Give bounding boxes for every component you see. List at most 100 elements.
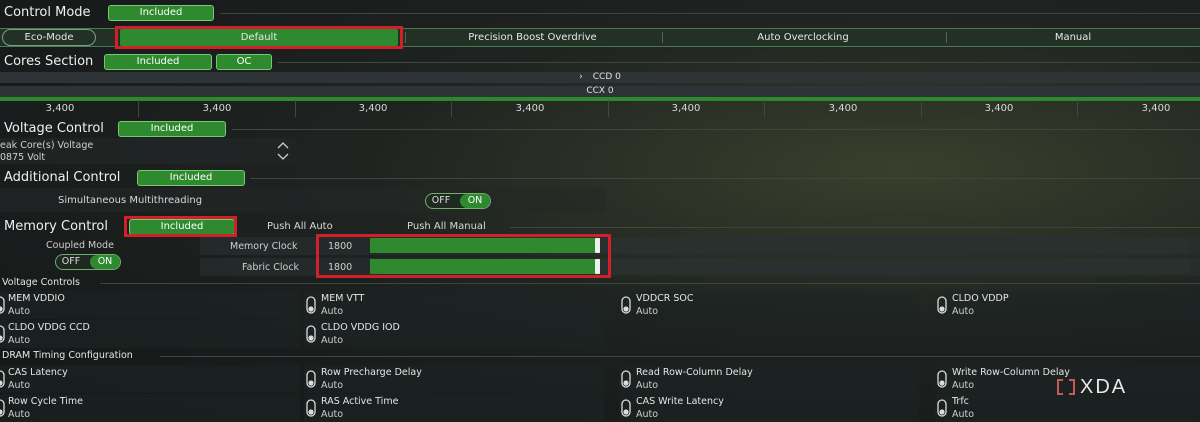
toggle-switch-icon[interactable] (937, 296, 947, 314)
toggle-off-label: OFF (431, 195, 451, 206)
mode-option-auto-oc[interactable]: Auto Overclocking (662, 29, 944, 46)
xda-bracket-icon (1057, 379, 1075, 395)
setting-name: CLDO VDDG CCD (8, 322, 90, 333)
core-separator (608, 100, 609, 117)
toggle-switch-icon[interactable] (621, 296, 631, 314)
setting-item[interactable]: CLDO VDDP Auto (935, 291, 1200, 319)
cores-oc-badge: OC (216, 54, 272, 70)
control-mode-title: Control Mode (4, 5, 91, 20)
toggle-on-label: ON (460, 194, 490, 208)
setting-item[interactable]: CAS Write Latency Auto (619, 394, 919, 422)
setting-name: VDDCR SOC (636, 293, 694, 304)
divider (510, 227, 1200, 228)
toggle-switch-icon[interactable] (306, 325, 316, 343)
core-separator (1077, 100, 1078, 117)
divider (232, 129, 1200, 130)
setting-value: Auto (321, 380, 344, 391)
core-value: 3,400 (202, 103, 232, 114)
setting-name: CAS Latency (8, 367, 68, 378)
setting-name: Row Cycle Time (8, 396, 84, 407)
coupled-mode-toggle[interactable]: OFF ON (55, 254, 121, 270)
voltage-control-badge: Included (118, 121, 226, 137)
setting-name: CAS Write Latency (636, 396, 724, 407)
divider (160, 356, 1200, 357)
toggle-switch-icon[interactable] (621, 399, 631, 417)
setting-value: Auto (952, 306, 975, 317)
core-value: 3,400 (358, 103, 388, 114)
core-value: 3,400 (45, 103, 75, 114)
setting-item[interactable]: RAS Active Time Auto (304, 394, 604, 422)
divider (278, 62, 1200, 63)
setting-name: MEM VTT (321, 293, 365, 304)
setting-name: CLDO VDDP (952, 293, 1009, 304)
toggle-switch-icon[interactable] (937, 399, 947, 417)
setting-item[interactable]: CLDO VDDG CCD Auto (0, 320, 300, 348)
additional-control-badge: Included (137, 170, 245, 186)
setting-value: Auto (952, 380, 975, 391)
highlight-box (316, 234, 611, 278)
ccd-label: CCD 0 (592, 72, 621, 82)
chevron-right-icon: › (579, 72, 583, 82)
smt-toggle[interactable]: OFF ON (425, 193, 491, 209)
highlight-box (124, 216, 237, 237)
setting-name: CLDO VDDG IOD (321, 322, 400, 333)
setting-value: Auto (8, 380, 31, 391)
cores-section-badge: Included (104, 54, 212, 70)
toggle-switch-icon[interactable] (306, 370, 316, 388)
push-all-manual-button[interactable]: Push All Manual (407, 221, 486, 232)
ccx-label: CCX 0 (586, 86, 614, 96)
setting-name: Write Row-Column Delay (952, 367, 1070, 378)
stepper-icon[interactable] (276, 140, 290, 162)
memory-clock-label: Memory Clock (230, 241, 298, 252)
setting-value: Auto (8, 409, 31, 420)
setting-item[interactable]: Read Row-Column Delay Auto (619, 365, 919, 393)
core-voltage-field[interactable]: eak Core(s) Voltage 0875 Volt (0, 138, 296, 164)
core-value: 3,400 (828, 103, 858, 114)
core-separator (764, 100, 765, 117)
toggle-switch-icon[interactable] (621, 370, 631, 388)
toggle-switch-icon[interactable] (0, 296, 5, 314)
mode-option-eco[interactable]: Eco-Mode (2, 29, 96, 46)
ccx-header[interactable]: CCX 0 (0, 86, 1200, 97)
core-voltage-value: 0875 Volt (0, 152, 46, 163)
voltage-control-title: Voltage Control (4, 121, 104, 136)
toggle-off-label: OFF (61, 256, 81, 267)
divider (220, 13, 1200, 14)
memory-control-title: Memory Control (4, 219, 108, 234)
core-value: 3,400 (515, 103, 545, 114)
toggle-switch-icon[interactable] (306, 296, 316, 314)
additional-control-title: Additional Control (4, 170, 121, 185)
voltage-controls-title: Voltage Controls (2, 277, 80, 288)
setting-item[interactable]: CAS Latency Auto (0, 365, 300, 393)
core-value: 3,400 (984, 103, 1014, 114)
mode-option-pbo[interactable]: Precision Boost Overdrive (405, 29, 660, 46)
dram-timing-title: DRAM Timing Configuration (2, 350, 133, 361)
coupled-mode-label: Coupled Mode (46, 240, 114, 251)
setting-item[interactable]: CLDO VDDG IOD Auto (304, 320, 604, 348)
setting-value: Auto (321, 335, 344, 346)
setting-item[interactable]: Row Precharge Delay Auto (304, 365, 604, 393)
core-separator (921, 100, 922, 117)
setting-value: Auto (636, 380, 659, 391)
toggle-switch-icon[interactable] (0, 399, 5, 417)
setting-item[interactable]: MEM VDDIO Auto (0, 291, 300, 319)
toggle-switch-icon[interactable] (937, 370, 947, 388)
toggle-on-label: ON (90, 255, 120, 269)
core-separator (138, 100, 139, 117)
setting-item[interactable]: Trfc Auto (935, 394, 1200, 422)
toggle-switch-icon[interactable] (0, 325, 5, 343)
push-all-auto-button[interactable]: Push All Auto (267, 221, 333, 232)
toggle-switch-icon[interactable] (0, 370, 5, 388)
setting-value: Auto (636, 409, 659, 420)
setting-name: Read Row-Column Delay (636, 367, 753, 378)
setting-value: Auto (321, 409, 344, 420)
setting-item[interactable]: MEM VTT Auto (304, 291, 604, 319)
ccd-header[interactable]: › CCD 0 (0, 72, 1200, 83)
core-separator (451, 100, 452, 117)
mode-option-manual[interactable]: Manual (946, 29, 1200, 46)
smt-label: Simultaneous Multithreading (58, 195, 203, 206)
setting-item[interactable]: Row Cycle Time Auto (0, 394, 300, 422)
toggle-switch-icon[interactable] (306, 399, 316, 417)
setting-item[interactable]: VDDCR SOC Auto (619, 291, 919, 319)
divider (250, 178, 1200, 179)
